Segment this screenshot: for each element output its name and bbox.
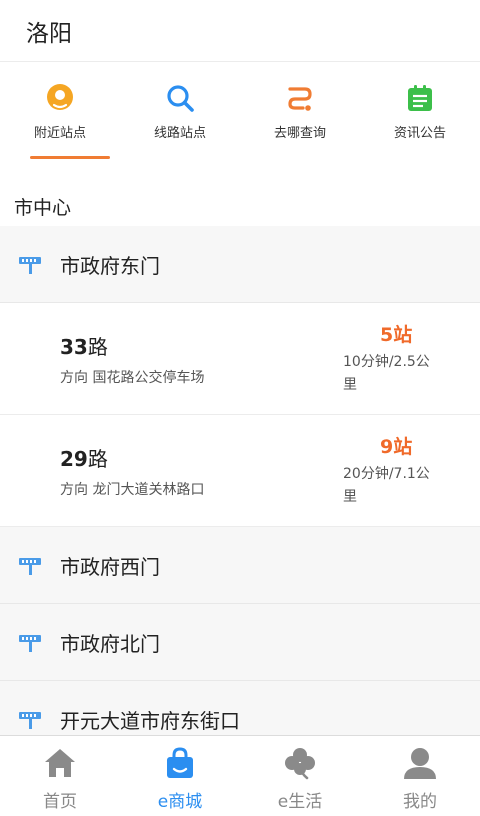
tab-label: 去哪查询 (273, 126, 326, 141)
nav-label: e生活 (277, 792, 323, 812)
eta-distance: 10分钟/2.5公里 (343, 354, 430, 393)
function-tabs: 附近站点 线路站点 去哪查询 资讯公告 (0, 62, 480, 160)
route-name: 29路 (60, 443, 108, 472)
nav-e-life[interactable]: e生活 (240, 736, 360, 816)
bus-stop-icon (18, 554, 44, 576)
stop-name: 市政府西门 (60, 554, 160, 579)
route-row[interactable]: 33路 方向 国花路公交停车场 5站 10分钟/2.5公里 (0, 303, 480, 415)
route-suffix: 路 (87, 335, 108, 359)
home-icon (42, 745, 78, 781)
clover-icon (282, 745, 318, 781)
stop-row[interactable]: 市政府东门 (0, 226, 480, 303)
tab-label: 资讯公告 (393, 126, 446, 141)
nav-label: 首页 (43, 792, 77, 812)
tab-news[interactable]: 资讯公告 (360, 62, 480, 160)
bus-stop-icon (18, 708, 44, 730)
location-pin-icon (44, 82, 76, 114)
route-number: 33 (60, 335, 88, 359)
active-tab-indicator (30, 156, 110, 159)
top-bar: 洛阳 (0, 0, 480, 62)
nav-label: e商城 (157, 792, 203, 812)
search-icon (164, 82, 196, 114)
route-suffix: 路 (87, 447, 108, 471)
nav-label: 我的 (403, 792, 437, 812)
user-icon (402, 745, 438, 781)
route-number: 29 (60, 447, 88, 471)
tab-nearby-stops[interactable]: 附近站点 (0, 62, 120, 160)
stops-away: 9站 (380, 436, 413, 458)
route-icon (284, 82, 316, 114)
tab-label: 附近站点 (33, 126, 86, 141)
bottom-nav: 首页 e商城 e生活 我的 (0, 735, 480, 816)
stop-row[interactable]: 市政府北门 (0, 604, 480, 681)
tab-label: 线路站点 (153, 126, 206, 141)
tab-where-to-go[interactable]: 去哪查询 (240, 62, 360, 160)
route-name: 33路 (60, 331, 108, 360)
route-direction: 方向 龙门大道关林路口 (60, 482, 205, 498)
route-direction: 方向 国花路公交停车场 (60, 370, 205, 386)
nav-e-mall[interactable]: e商城 (120, 736, 240, 816)
nav-home[interactable]: 首页 (0, 736, 120, 816)
route-row[interactable]: 29路 方向 龙门大道关林路口 9站 20分钟/7.1公里 (0, 415, 480, 527)
eta-distance: 20分钟/7.1公里 (343, 466, 430, 505)
news-icon (404, 82, 436, 114)
stop-name: 开元大道市府东街口 (60, 708, 240, 733)
shopping-bag-icon (162, 745, 198, 781)
stop-name: 市政府东门 (60, 253, 160, 278)
tab-route-stops[interactable]: 线路站点 (120, 62, 240, 160)
nav-profile[interactable]: 我的 (360, 736, 480, 816)
stops-away: 5站 (380, 324, 413, 346)
bus-stop-icon (18, 631, 44, 653)
area-title: 市中心 (14, 197, 72, 219)
stop-name: 市政府北门 (60, 631, 160, 656)
stop-row[interactable]: 市政府西门 (0, 527, 480, 604)
city-title[interactable]: 洛阳 (26, 14, 72, 48)
bus-stop-icon (18, 253, 44, 275)
